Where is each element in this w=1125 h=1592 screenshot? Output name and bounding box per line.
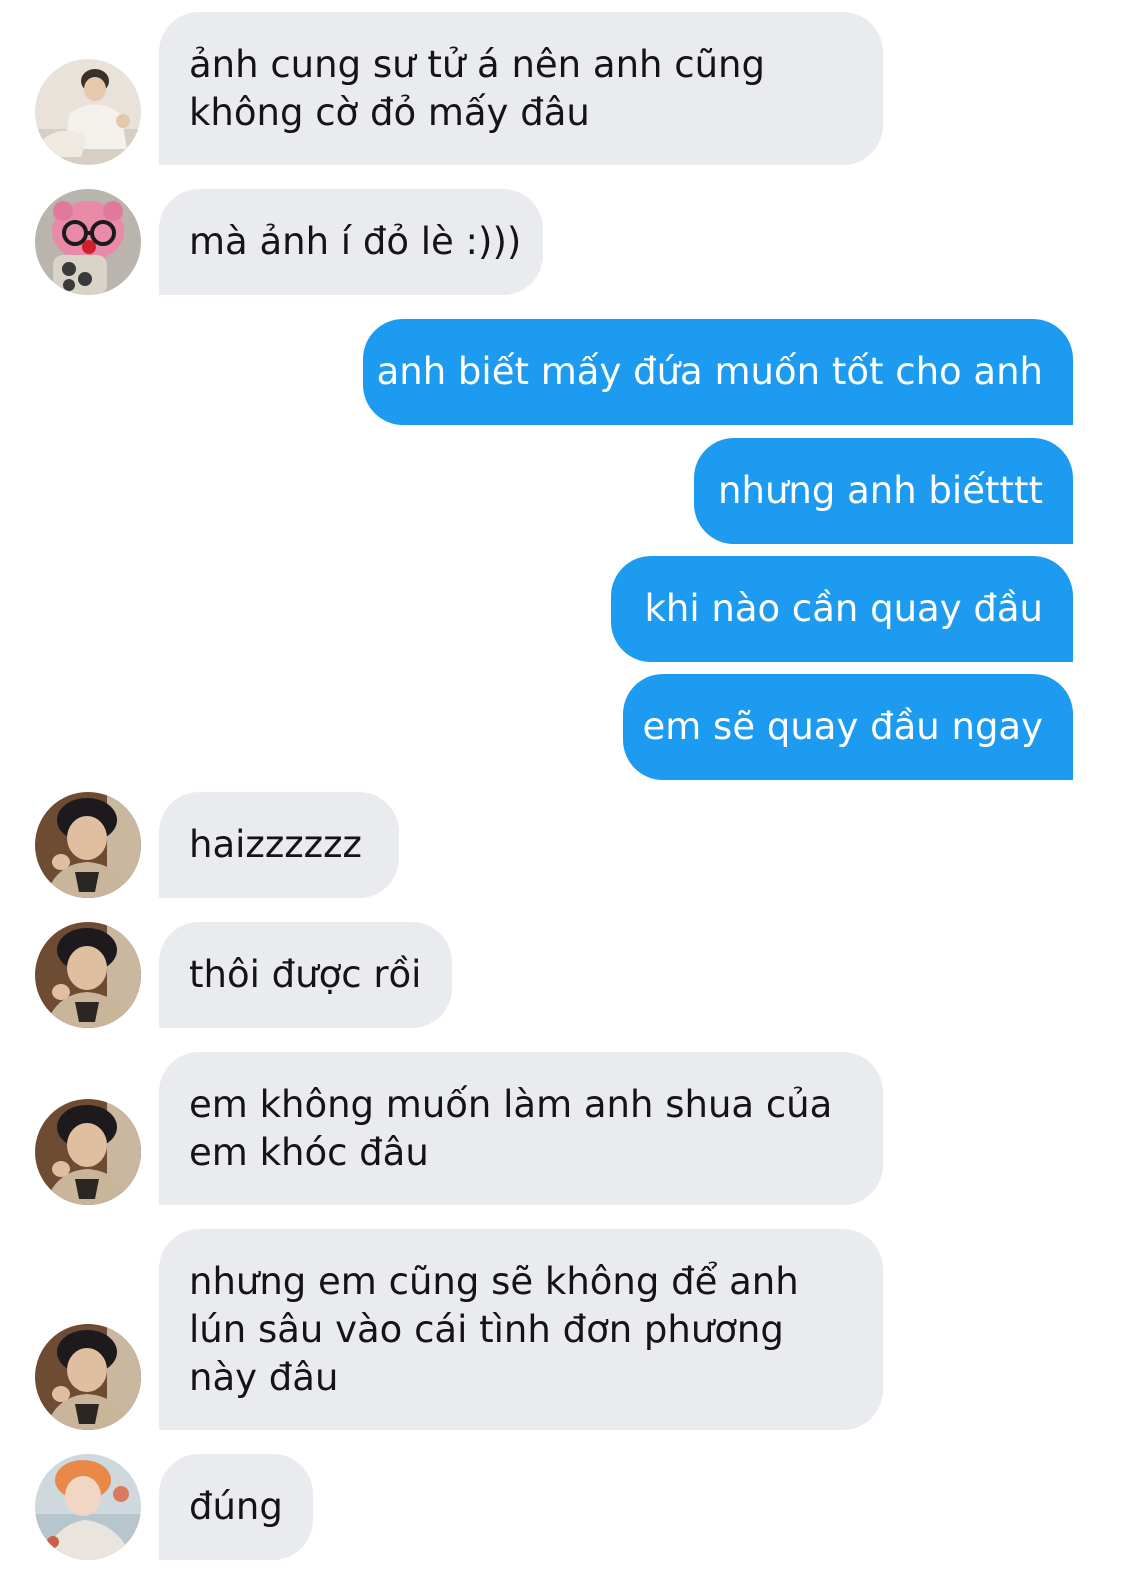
incoming-message-bubble[interactable]: em không muốn làm anh shua của em khóc đ… xyxy=(159,1052,883,1205)
message-text: mà ảnh í đỏ lè :))) xyxy=(189,220,522,263)
message-text: khi nào cần quay đầu xyxy=(644,587,1043,630)
incoming-message-bubble[interactable]: haizzzzzz xyxy=(159,792,399,898)
boy-dark-hair-avatar-icon xyxy=(35,922,141,1028)
avatar[interactable] xyxy=(35,1454,141,1560)
incoming-message-bubble[interactable]: mà ảnh í đỏ lè :))) xyxy=(159,189,543,295)
avatar[interactable] xyxy=(35,1099,141,1205)
incoming-message-bubble[interactable]: đúng xyxy=(159,1454,313,1560)
message-text: nhưng em cũng sẽ không để anh lún sâu và… xyxy=(189,1259,799,1399)
incoming-message-bubble[interactable]: ảnh cung sư tử á nên anh cũng không cờ đ… xyxy=(159,12,883,165)
pink-plush-glasses-avatar-icon xyxy=(35,189,141,295)
boy-dark-hair-avatar-icon xyxy=(35,1099,141,1205)
avatar[interactable] xyxy=(35,189,141,295)
message-text: đúng xyxy=(189,1485,283,1528)
message-text: nhưng anh biếtttt xyxy=(718,469,1043,512)
avatar[interactable] xyxy=(35,1324,141,1430)
avatar[interactable] xyxy=(35,922,141,1028)
avatar[interactable] xyxy=(35,792,141,898)
message-text: ảnh cung sư tử á nên anh cũng không cờ đ… xyxy=(189,42,765,134)
boy-orange-hair-avatar-icon xyxy=(35,1454,141,1560)
person-white-shirt-avatar-icon xyxy=(35,59,141,165)
avatar[interactable] xyxy=(35,59,141,165)
message-text: thôi được rồi xyxy=(189,953,422,996)
incoming-message-bubble[interactable]: thôi được rồi xyxy=(159,922,452,1028)
message-text: em không muốn làm anh shua của em khóc đ… xyxy=(189,1082,833,1174)
outgoing-message-bubble[interactable]: em sẽ quay đầu ngay xyxy=(623,674,1073,780)
outgoing-message-bubble[interactable]: nhưng anh biếtttt xyxy=(694,438,1073,544)
incoming-message-bubble[interactable]: nhưng em cũng sẽ không để anh lún sâu và… xyxy=(159,1229,883,1430)
boy-dark-hair-avatar-icon xyxy=(35,792,141,898)
message-text: haizzzzzz xyxy=(189,823,362,866)
message-text: anh biết mấy đứa muốn tốt cho anh xyxy=(376,350,1043,393)
boy-dark-hair-avatar-icon xyxy=(35,1324,141,1430)
message-text: em sẽ quay đầu ngay xyxy=(642,705,1043,748)
outgoing-message-bubble[interactable]: khi nào cần quay đầu xyxy=(611,556,1073,662)
chat-thread: ảnh cung sư tử á nên anh cũng không cờ đ… xyxy=(0,0,1125,1592)
outgoing-message-bubble[interactable]: anh biết mấy đứa muốn tốt cho anh xyxy=(363,319,1073,425)
